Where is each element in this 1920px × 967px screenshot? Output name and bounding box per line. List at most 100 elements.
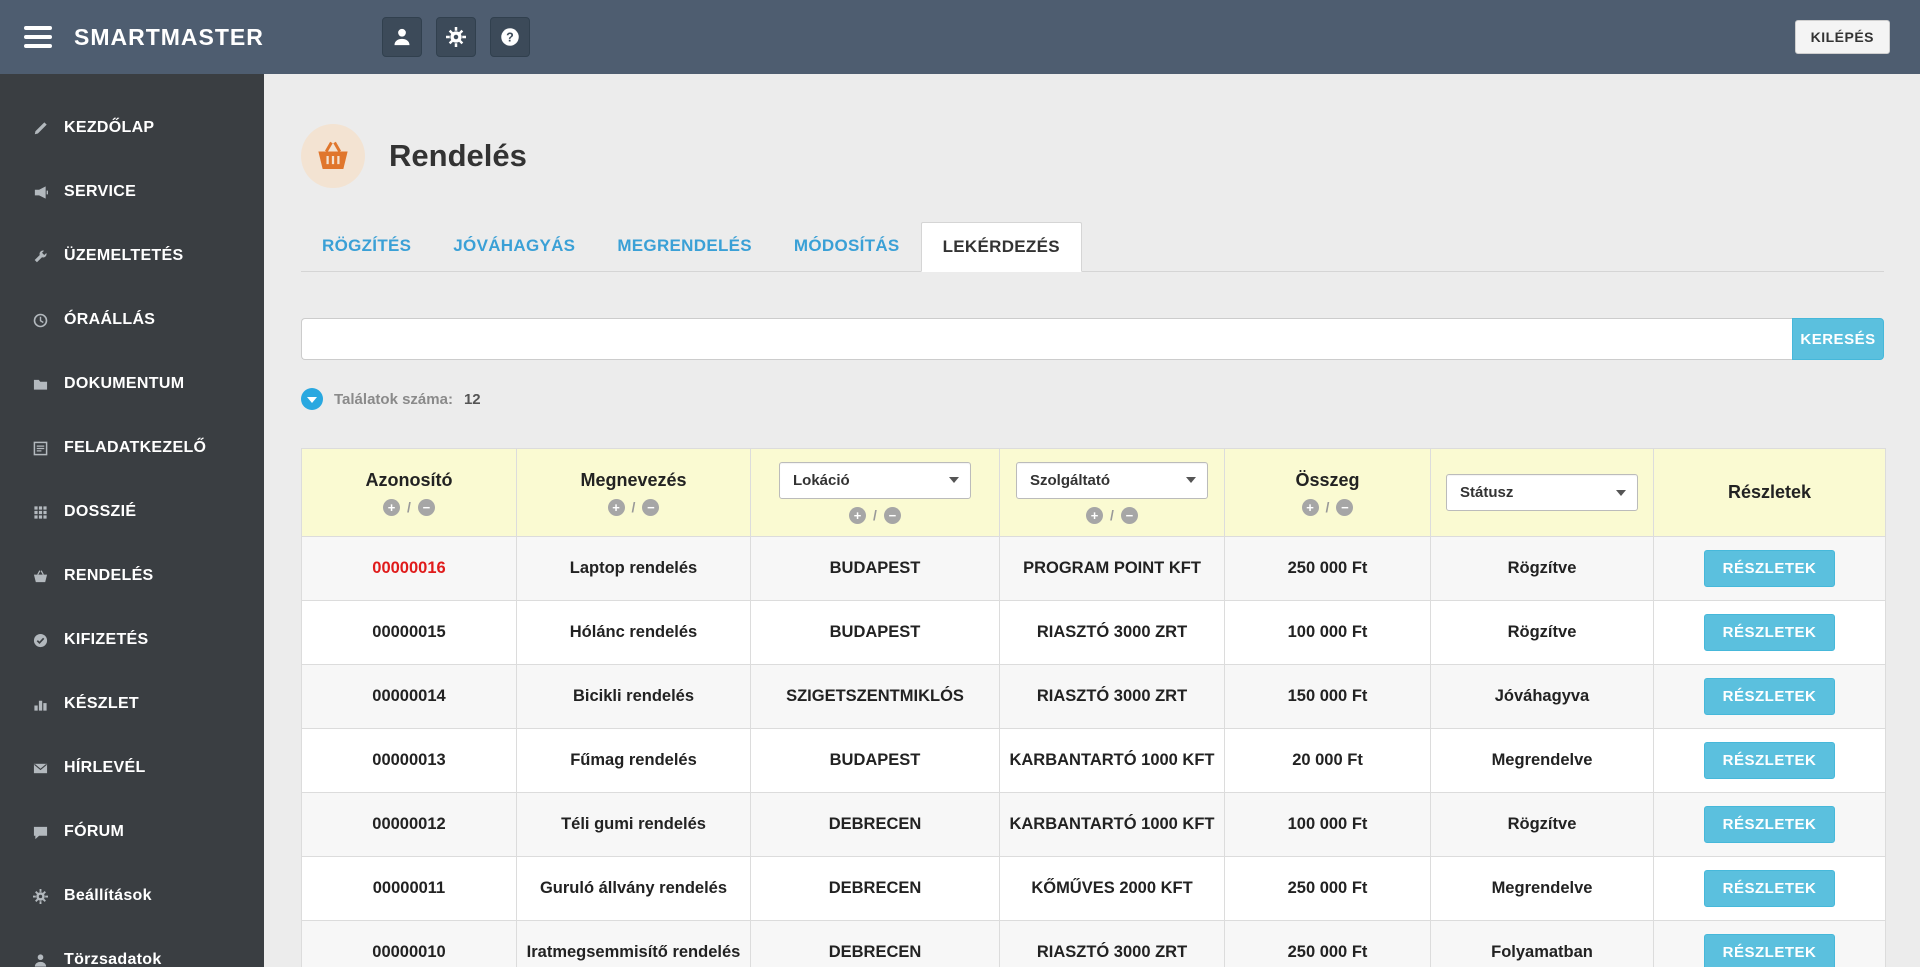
sort-desc-icon[interactable]: − (883, 506, 901, 524)
details-button[interactable]: RÉSZLETEK (1703, 806, 1836, 843)
order-location: DEBRECEN (828, 815, 922, 833)
order-location: SZIGETSZENTMIKLÓS (786, 687, 964, 705)
chevron-down-icon (1186, 477, 1196, 483)
column-header-osszeg: Összeg + / − (1224, 448, 1431, 537)
sort-asc-icon[interactable]: + (849, 506, 867, 524)
order-provider: KŐMŰVES 2000 KFT (1031, 879, 1193, 897)
sidebar-item-hirlevel[interactable]: HÍRLEVÉL (0, 736, 264, 800)
column-header-megnevezes: Megnevezés + / − (516, 448, 751, 537)
sort-desc-icon[interactable]: − (1336, 498, 1354, 516)
order-name: Laptop rendelés (569, 559, 698, 577)
details-button[interactable]: RÉSZLETEK (1703, 742, 1836, 779)
tab-jovahagyas[interactable]: JÓVÁHAGYÁS (432, 222, 596, 272)
settings-button[interactable] (435, 17, 476, 57)
sidebar-item-oraallas[interactable]: ÓRAÁLLÁS (0, 288, 264, 352)
sort-asc-icon[interactable]: + (383, 498, 401, 516)
tab-bar: RÖGZÍTÉS JÓVÁHAGYÁS MEGRENDELÉS MÓDOSÍTÁ… (301, 222, 1884, 272)
tab-rogzites[interactable]: RÖGZÍTÉS (301, 222, 432, 272)
sidebar-item-label: KEZDŐLAP (64, 119, 155, 136)
sort-asc-icon[interactable]: + (1086, 506, 1104, 524)
sidebar-item-label: KIFIZETÉS (64, 631, 149, 648)
gear-icon (30, 888, 50, 904)
search-input[interactable] (301, 318, 1792, 360)
details-button[interactable]: RÉSZLETEK (1703, 678, 1836, 715)
table-row: 00000015 Hólánc rendelés BUDAPEST RIASZT… (301, 600, 1886, 665)
sidebar-item-kezdolap[interactable]: KEZDŐLAP (0, 96, 264, 160)
basket-icon (30, 569, 50, 584)
location-filter-select[interactable]: Lokáció (779, 461, 971, 499)
details-button[interactable]: RÉSZLETEK (1703, 550, 1836, 587)
sort-separator: / (1325, 499, 1330, 515)
sidebar-item-keszlet[interactable]: KÉSZLET (0, 672, 264, 736)
tab-lekerdezes[interactable]: LEKÉRDEZÉS (920, 222, 1082, 272)
help-button[interactable]: ? (489, 17, 530, 57)
sidebar-item-kifizetes[interactable]: KIFIZETÉS (0, 608, 264, 672)
order-location: BUDAPEST (829, 623, 921, 641)
details-button[interactable]: RÉSZLETEK (1703, 870, 1836, 907)
order-provider: RIASZTÓ 3000 ZRT (1036, 687, 1188, 705)
sidebar: KEZDŐLAP SERVICE ÜZEMELTETÉS ÓRAÁLLÁS DO… (0, 74, 264, 967)
sidebar-item-label: ÓRAÁLLÁS (64, 311, 156, 328)
sort-desc-icon[interactable]: − (417, 498, 435, 516)
search-bar: KERESÉS (301, 318, 1884, 360)
tasks-icon (30, 441, 50, 456)
order-status: Megrendelve (1491, 751, 1593, 769)
order-name: Hólánc rendelés (569, 623, 698, 641)
order-name: Iratmegsemmisítő rendelés (526, 943, 741, 961)
megaphone-icon (30, 185, 50, 200)
page-header: Rendelés (301, 124, 1884, 188)
user-button[interactable] (381, 17, 422, 57)
topbar-icon-group: ? (381, 17, 530, 57)
sidebar-item-beallitasok[interactable]: Beállítások (0, 864, 264, 928)
order-name: Guruló állvány rendelés (539, 879, 728, 897)
order-amount: 250 000 Ft (1287, 879, 1368, 897)
sidebar-item-feladatkezelo[interactable]: FELADATKEZELŐ (0, 416, 264, 480)
order-location: BUDAPEST (829, 751, 921, 769)
order-name: Téli gumi rendelés (561, 815, 706, 833)
order-id: 00000011 (372, 879, 446, 897)
table-header-row: Azonosító + / − Megnevezés + / − Lokáció… (301, 448, 1886, 537)
filter-label: Szolgáltató (1030, 471, 1111, 489)
table-row: 00000010 Iratmegsemmisítő rendelés DEBRE… (301, 920, 1886, 967)
sidebar-item-service[interactable]: SERVICE (0, 160, 264, 224)
sort-desc-icon[interactable]: − (1120, 506, 1138, 524)
sidebar-item-torzsadatok[interactable]: Törzsadatok (0, 928, 264, 967)
sidebar-item-label: ÜZEMELTETÉS (64, 247, 184, 264)
status-filter-select[interactable]: Státusz (1446, 474, 1638, 511)
tab-modositas[interactable]: MÓDOSÍTÁS (773, 222, 921, 272)
order-status: Rögzítve (1507, 815, 1577, 833)
sidebar-item-dosszie[interactable]: DOSSZIÉ (0, 480, 264, 544)
menu-toggle-icon[interactable] (24, 26, 52, 48)
order-id: 00000015 (372, 623, 446, 641)
table-row: 00000011 Guruló állvány rendelés DEBRECE… (301, 856, 1886, 921)
table-row: 00000012 Téli gumi rendelés DEBRECEN KAR… (301, 792, 1886, 857)
sort-desc-icon[interactable]: − (642, 498, 660, 516)
orders-table: Azonosító + / − Megnevezés + / − Lokáció… (301, 448, 1886, 967)
check-circle-icon (30, 633, 50, 648)
details-button[interactable]: RÉSZLETEK (1703, 934, 1836, 967)
sort-asc-icon[interactable]: + (1301, 498, 1319, 516)
collapse-toggle-icon[interactable] (301, 388, 323, 410)
details-button[interactable]: RÉSZLETEK (1703, 614, 1836, 651)
order-amount: 250 000 Ft (1287, 559, 1368, 577)
order-id: 00000012 (372, 815, 446, 833)
sidebar-item-dokumentum[interactable]: DOKUMENTUM (0, 352, 264, 416)
logout-button[interactable]: KILÉPÉS (1794, 20, 1890, 54)
order-amount: 150 000 Ft (1287, 687, 1368, 705)
search-button[interactable]: KERESÉS (1792, 318, 1884, 360)
tab-megrendeles[interactable]: MEGRENDELÉS (596, 222, 773, 272)
sidebar-item-label: Törzsadatok (64, 951, 162, 967)
sidebar-item-uzemeltetes[interactable]: ÜZEMELTETÉS (0, 224, 264, 288)
sidebar-item-rendeles[interactable]: RENDELÉS (0, 544, 264, 608)
chevron-down-icon (1616, 489, 1626, 496)
order-amount: 100 000 Ft (1287, 815, 1368, 833)
sidebar-item-label: Beállítások (64, 887, 152, 904)
envelope-icon (30, 761, 50, 776)
sort-asc-icon[interactable]: + (607, 498, 625, 516)
provider-filter-select[interactable]: Szolgáltató (1016, 461, 1208, 499)
sidebar-item-label: FELADATKEZELŐ (64, 439, 207, 456)
order-id: 00000016 (372, 559, 446, 577)
main-content: Rendelés RÖGZÍTÉS JÓVÁHAGYÁS MEGRENDELÉS… (264, 74, 1920, 967)
order-location: DEBRECEN (828, 943, 922, 961)
sidebar-item-forum[interactable]: FÓRUM (0, 800, 264, 864)
